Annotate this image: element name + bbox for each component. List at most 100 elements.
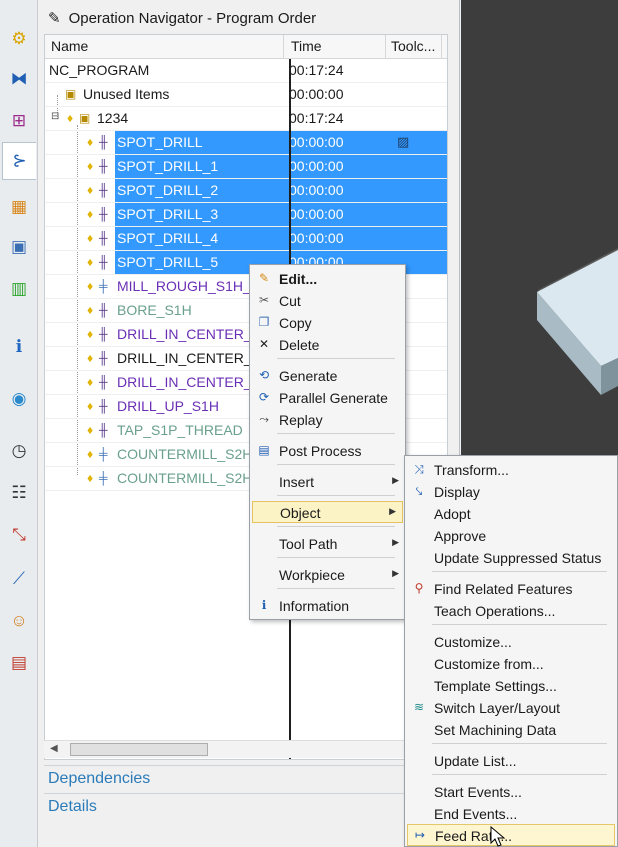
menu-item-approve[interactable]: Approve <box>405 525 617 547</box>
object-submenu: ⤨ Transform... ⤥ Display Adopt Approve U… <box>404 455 618 847</box>
menu-item-display[interactable]: ⤥ Display <box>405 481 617 503</box>
spot-drill-icon: ╫ <box>99 255 108 269</box>
menu-item-teach-operations[interactable]: Teach Operations... <box>405 600 617 622</box>
status-bulb-icon: ♦ <box>87 303 94 317</box>
menu-item-tool-path[interactable]: Tool Path ▶ <box>250 533 405 555</box>
table-row[interactable]: ♦ ╫ SPOT_DRILL_2 00:00:00 <box>45 179 447 203</box>
menu-item-template-settings[interactable]: Template Settings... <box>405 675 617 697</box>
post-process-icon: ▤ <box>258 443 270 457</box>
parallel-generate-icon: ⟳ <box>258 390 270 404</box>
spot-drill-icon: ╫ <box>99 159 108 173</box>
machine-tool-navigator-icon[interactable]: ▦ <box>6 194 32 220</box>
table-row[interactable]: ⊟ ♦ ▣ 1234 00:17:24 <box>45 107 447 131</box>
menu-item-workpiece[interactable]: Workpiece ▶ <box>250 564 405 586</box>
drill-operation-icon: ╫ <box>99 375 108 389</box>
menu-item-end-events[interactable]: End Events... <box>405 803 617 825</box>
replay-icon: ⤳ <box>259 412 269 426</box>
status-bulb-icon: ♦ <box>87 231 94 245</box>
panel-title: ✎ Operation Navigator - Program Order <box>48 9 317 28</box>
submenu-arrow-icon: ▶ <box>392 568 399 578</box>
status-bulb-icon: ♦ <box>87 375 94 389</box>
menu-item-parallel-generate[interactable]: ⟳ Parallel Generate <box>250 387 405 409</box>
menu-item-object[interactable]: Object ▶ <box>252 501 403 523</box>
menu-item-delete[interactable]: ✕ Delete <box>250 334 405 356</box>
status-bulb-icon: ♦ <box>87 471 94 485</box>
menu-item-feed-rate[interactable]: ↦ Feed Rate... <box>407 824 615 846</box>
menu-item-update-list[interactable]: Update List... <box>405 750 617 772</box>
menu-item-update-suppressed-status[interactable]: Update Suppressed Status <box>405 547 617 569</box>
layer-icon: ≋ <box>413 700 425 714</box>
assembly-navigator-icon[interactable]: ⚙ <box>6 26 32 52</box>
manufacturing-wizard-icon[interactable]: ⟋ <box>6 566 32 592</box>
history-icon[interactable]: ◷ <box>6 438 32 464</box>
menu-item-customize[interactable]: Customize... <box>405 631 617 653</box>
web-browser-icon[interactable]: ◉ <box>6 386 32 412</box>
menu-item-cut[interactable]: ✂ Cut <box>250 290 405 312</box>
reuse-library-icon[interactable]: ▥ <box>6 276 32 302</box>
menu-item-generate[interactable]: ⟲ Generate <box>250 365 405 387</box>
system-materials-icon[interactable]: ☷ <box>6 480 32 506</box>
menu-item-post-process[interactable]: ▤ Post Process <box>250 440 405 462</box>
bore-operation-icon: ╫ <box>99 303 108 317</box>
menu-item-edit[interactable]: ✎ Edit... <box>250 268 405 290</box>
status-bulb-icon: ♦ <box>87 447 94 461</box>
scroll-thumb[interactable] <box>70 743 208 756</box>
spot-drill-icon: ╫ <box>99 183 108 197</box>
status-bulb-icon: ♦ <box>87 207 94 221</box>
folder-icon: ▣ <box>65 87 77 101</box>
transform-icon: ⤨ <box>414 462 424 476</box>
menu-item-start-events[interactable]: Start Events... <box>405 781 617 803</box>
menu-item-switch-layer-layout[interactable]: ≋ Switch Layer/Layout <box>405 697 617 719</box>
dependencies-section[interactable]: Dependencies <box>44 765 448 791</box>
spot-drill-icon: ╫ <box>99 135 108 149</box>
table-row[interactable]: NC_PROGRAM 00:17:24 <box>45 59 447 83</box>
menu-item-set-machining-data[interactable]: Set Machining Data <box>405 719 617 741</box>
status-bulb-icon: ♦ <box>87 399 94 413</box>
operation-navigator-icon[interactable]: ⊱ <box>2 142 36 180</box>
status-bulb-icon: ♦ <box>87 351 94 365</box>
status-bulb-icon: ♦ <box>67 111 74 125</box>
menu-item-insert[interactable]: Insert ▶ <box>250 471 405 493</box>
table-row[interactable]: ♦ ╫ SPOT_DRILL_1 00:00:00 <box>45 155 447 179</box>
constraint-navigator-icon[interactable]: ⧓ <box>6 66 32 92</box>
menu-item-information[interactable]: ℹ Information <box>250 595 405 617</box>
information-icon: ℹ <box>261 598 267 612</box>
grid-header: Name Time Toolc... <box>45 35 447 59</box>
menu-item-adopt[interactable]: Adopt <box>405 503 617 525</box>
menu-item-copy[interactable]: ❐ Copy <box>250 312 405 334</box>
toolchange-icon: ▨ <box>397 134 410 149</box>
roles-icon[interactable]: ☺ <box>6 608 32 634</box>
system-scenes-icon[interactable]: ▤ <box>6 650 32 676</box>
folder-icon: ▣ <box>79 111 91 125</box>
table-row[interactable]: ♦ ╫ SPOT_DRILL 00:00:00 ▨ <box>45 131 447 155</box>
tap-operation-icon: ╫ <box>99 423 108 437</box>
table-row[interactable]: ♦ ╫ SPOT_DRILL_4 00:00:00 <box>45 227 447 251</box>
spot-drill-icon: ╫ <box>99 207 108 221</box>
process-studio-icon[interactable]: ⤡ <box>6 522 32 548</box>
horizontal-scrollbar[interactable]: ◀ <box>44 740 448 758</box>
details-section[interactable]: Details <box>44 793 448 819</box>
menu-item-replay[interactable]: ⤳ Replay <box>250 409 405 431</box>
edit-icon: ✎ <box>258 271 270 285</box>
column-toolchange-header[interactable]: Toolc... <box>391 38 435 54</box>
menu-item-transform[interactable]: ⤨ Transform... <box>405 459 617 481</box>
part-navigator-icon[interactable]: ⊞ <box>6 108 32 134</box>
delete-icon: ✕ <box>258 337 270 351</box>
column-time-header[interactable]: Time <box>291 38 322 54</box>
scroll-left-icon[interactable]: ◀ <box>50 743 58 754</box>
status-bulb-icon: ♦ <box>87 135 94 149</box>
status-bulb-icon: ♦ <box>87 423 94 437</box>
status-bulb-icon: ♦ <box>87 183 94 197</box>
cut-icon: ✂ <box>258 293 270 307</box>
machining-feature-navigator-icon[interactable]: ▣ <box>6 234 32 260</box>
menu-item-customize-from[interactable]: Customize from... <box>405 653 617 675</box>
hd3d-tools-icon[interactable]: ℹ <box>6 334 32 360</box>
collapse-icon[interactable]: ⊟ <box>51 111 59 122</box>
resource-bar: ⚙ ⧓ ⊞ ⊱ ▦ ▣ ▥ ℹ ◉ ◷ ☷ ⤡ ⟋ ☺ ▤ <box>0 0 38 847</box>
column-name-header[interactable]: Name <box>51 38 88 54</box>
table-row[interactable]: ▣ Unused Items 00:00:00 <box>45 83 447 107</box>
mouse-cursor-icon <box>490 826 506 847</box>
menu-item-find-related-features[interactable]: ⚲ Find Related Features <box>405 578 617 600</box>
table-row[interactable]: ♦ ╫ SPOT_DRILL_3 00:00:00 <box>45 203 447 227</box>
submenu-arrow-icon: ▶ <box>392 475 399 485</box>
